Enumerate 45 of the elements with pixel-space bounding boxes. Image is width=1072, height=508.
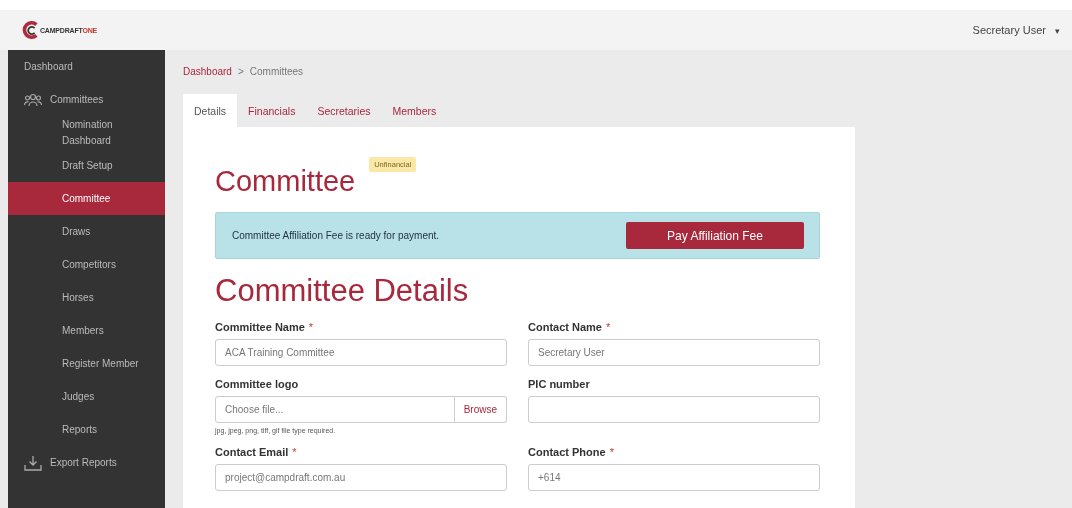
- pay-button[interactable]: Pay Affiliation Fee: [626, 222, 804, 249]
- sidebar-item[interactable]: Horses: [8, 281, 165, 314]
- sidebar-item[interactable]: Draft Setup: [8, 149, 165, 182]
- logo-c-icon: [22, 21, 40, 39]
- input-field[interactable]: ACA Training Committee: [215, 339, 507, 366]
- file-input[interactable]: Choose file...: [215, 396, 455, 423]
- tab[interactable]: Members: [381, 94, 448, 127]
- sidebar-item[interactable]: Committee: [8, 182, 165, 215]
- tab[interactable]: Details: [183, 94, 238, 127]
- sidebar-item[interactable]: Judges: [8, 380, 165, 413]
- alert-text: Committee Affiliation Fee is ready for payment.: [232, 230, 440, 241]
- field-label: Contact Phone: [528, 446, 606, 458]
- breadcrumb-separator: >: [237, 66, 244, 79]
- input-field[interactable]: +614: [528, 464, 820, 491]
- breadcrumb-link[interactable]: Dashboard: [183, 66, 232, 80]
- tab[interactable]: Financials: [237, 94, 307, 127]
- sidebar-item[interactable]: Reports: [8, 413, 165, 446]
- section-title: Committee Details: [215, 273, 470, 309]
- required-mark: *: [308, 321, 314, 333]
- sidebar-item[interactable]: Draws: [8, 215, 165, 248]
- field-label: Contact Name: [528, 321, 602, 333]
- breadcrumb-current: Committees: [249, 66, 304, 79]
- sidebar-item[interactable]: Dashboard: [8, 50, 165, 83]
- sidebar-item[interactable]: Nomination Dashboard: [8, 116, 165, 149]
- browse-button[interactable]: Browse: [454, 396, 507, 423]
- sidebar-item[interactable]: Members: [8, 314, 165, 347]
- required-mark: *: [609, 446, 614, 458]
- page-title: Committee: [215, 165, 356, 198]
- field-label: Committee logo: [215, 378, 299, 390]
- sidebar-item[interactable]: Committees: [8, 83, 165, 116]
- input-field[interactable]: Secretary User: [528, 339, 820, 366]
- user-menu[interactable]: Secretary User ▾: [972, 24, 1060, 36]
- people-icon: [24, 92, 42, 107]
- required-mark: *: [605, 321, 611, 333]
- field-label: Committee Name: [215, 321, 305, 333]
- sidebar-item[interactable]: Competitors: [8, 248, 165, 281]
- required-mark: *: [292, 446, 297, 458]
- sidebar-item[interactable]: Register Member: [8, 347, 165, 380]
- tab[interactable]: Secretaries: [306, 94, 382, 127]
- field-label: PIC number: [528, 378, 590, 390]
- input-field[interactable]: [528, 396, 820, 423]
- sidebar-item[interactable]: Export Reports: [8, 446, 165, 479]
- field-label: Contact Email: [215, 446, 289, 458]
- download-icon: [24, 454, 42, 471]
- input-field[interactable]: project@campdraft.com.au: [215, 464, 507, 491]
